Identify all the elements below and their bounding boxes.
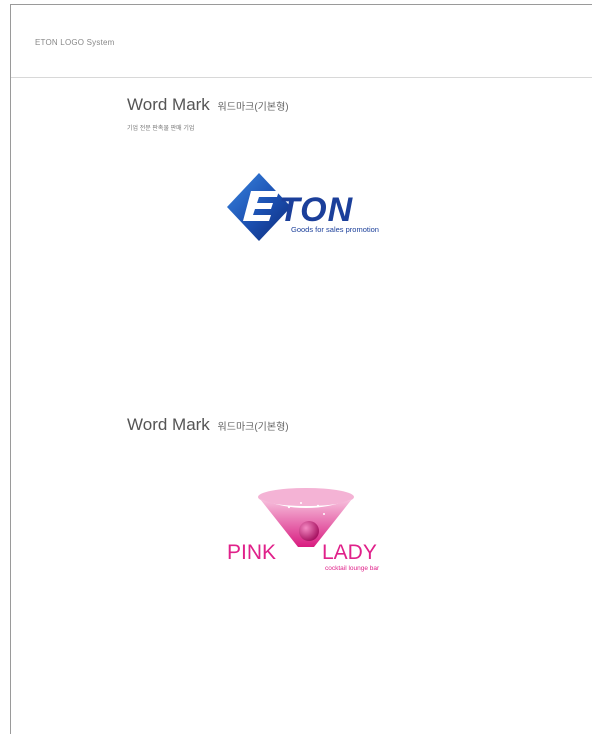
document-page: ETON LOGO System Word Mark 워드마크(기본형) 기업 … [10, 4, 592, 734]
pink-word: PINK [227, 541, 276, 564]
eton-logo: TON Goods for sales promotion [227, 173, 379, 241]
section-subtitle: 기업 전문 판촉물 판매 기업 [127, 126, 195, 132]
section-heading-pinklady: Word Mark 워드마크(기본형) [127, 415, 289, 435]
page-header: ETON LOGO System [11, 5, 592, 78]
section-heading-eton: Word Mark 워드마크(기본형) [127, 95, 289, 115]
lady-word: LADY [322, 541, 377, 564]
header-title: ETON LOGO System [35, 38, 115, 47]
eton-wordmark-text: TON [279, 191, 354, 229]
section-title-korean: 워드마크(기본형) [217, 422, 289, 433]
section-title: Word Mark [127, 415, 210, 434]
section-title: Word Mark [127, 95, 210, 114]
section-title-korean: 워드마크(기본형) [217, 102, 289, 113]
pinklady-tagline: cocktail lounge bar [325, 565, 380, 572]
eton-tagline: Goods for sales promotion [291, 225, 379, 234]
cherry-ball [299, 521, 319, 541]
pinklady-logo: PINK LADY cocktail lounge bar [227, 488, 380, 572]
